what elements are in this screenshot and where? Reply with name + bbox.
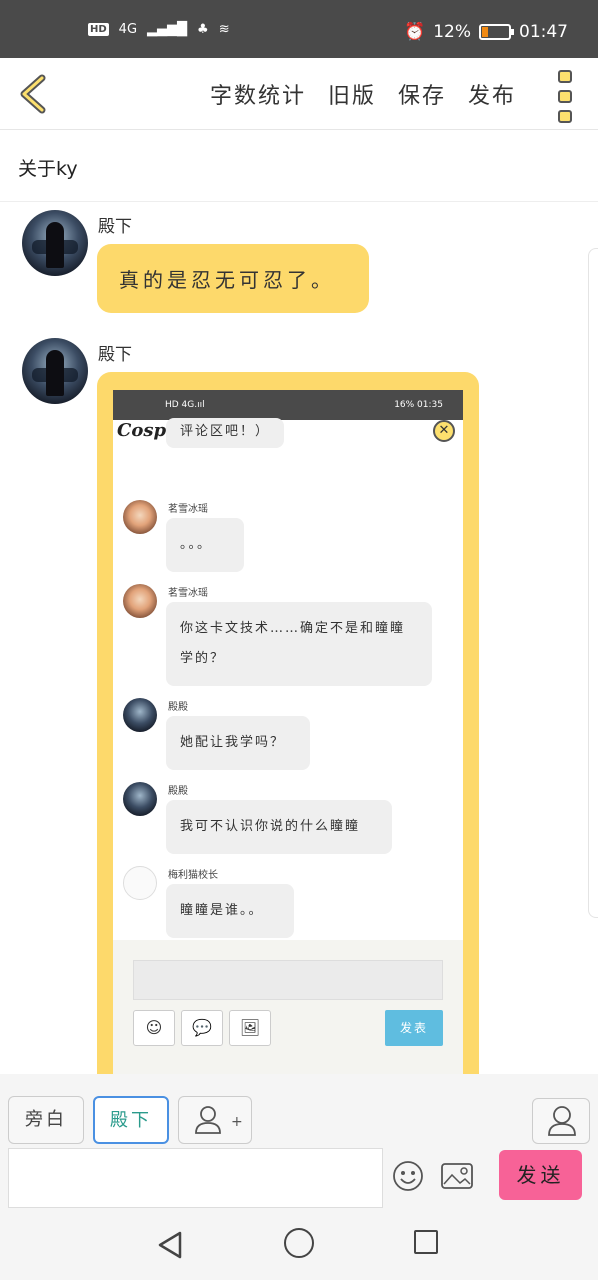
narration-button[interactable]: 旁白 (8, 1096, 84, 1144)
status-bar: HD 4G ▂▄▆█ ♣ ≋ ⏰ 12% 01:47 (0, 0, 598, 58)
network-label: 4G (118, 22, 138, 37)
avatar (123, 782, 157, 816)
composer: 旁白 殿下 + 发送 (0, 1074, 598, 1208)
image-icon[interactable] (440, 1162, 474, 1190)
back-chevron-icon[interactable] (14, 72, 54, 116)
embedded-input (133, 960, 443, 1000)
emoji-icon[interactable] (392, 1160, 424, 1192)
comment-icon: 💬 (181, 1010, 223, 1046)
post-button: 发表 (385, 1010, 443, 1046)
message-bubble[interactable]: 真的是忍无可忍了。 (97, 244, 369, 313)
emoji-icon: ☺ (133, 1010, 175, 1046)
top-toolbar: 字数统计 旧版 保存 发布 (0, 58, 598, 130)
send-button[interactable]: 发送 (499, 1150, 582, 1200)
sender-name: 殿下 (98, 217, 132, 237)
avatar (123, 584, 157, 618)
embedded-input-area: ☺ 💬 🖼 发表 (113, 940, 463, 1092)
avatar (123, 698, 157, 732)
navigation-bar (0, 1208, 598, 1280)
scrollbar[interactable] (588, 248, 598, 918)
svg-text:+: + (231, 1114, 242, 1130)
current-role-button[interactable]: 殿下 (93, 1096, 169, 1144)
sender-name: 殿下 (98, 345, 132, 365)
save-button[interactable]: 保存 (398, 78, 446, 110)
nav-back-icon[interactable] (156, 1230, 184, 1260)
nav-recent-icon[interactable] (414, 1230, 438, 1254)
more-menu-icon[interactable] (558, 70, 572, 123)
signal-icon: ▂▄▆█ (147, 22, 188, 37)
qq-icon: ♣ (197, 22, 209, 37)
hd-badge: HD (88, 23, 109, 36)
toolbar-actions: 字数统计 旧版 保存 发布 (210, 78, 516, 110)
battery-percent: 12% (433, 22, 471, 42)
status-right: ⏰ 12% 01:47 (404, 22, 568, 42)
old-version-button[interactable]: 旧版 (328, 78, 376, 110)
add-role-button[interactable]: + (178, 1096, 252, 1144)
clock: 01:47 (519, 22, 568, 42)
person-icon[interactable] (532, 1098, 590, 1144)
person-add-icon: + (195, 1106, 243, 1134)
image-message-bubble[interactable]: HD 4G.ııl 16% 01:35 Cosplay ✕ 评论区吧！） 茗雪冰… (97, 372, 479, 1092)
alarm-icon: ⏰ (404, 22, 426, 42)
embedded-status-bar: HD 4G.ııl 16% 01:35 (113, 390, 463, 420)
wifi-icon: ≋ (218, 22, 230, 37)
message-input[interactable] (8, 1148, 383, 1208)
image-icon: 🖼 (229, 1010, 271, 1046)
battery-icon (479, 24, 514, 40)
close-icon: ✕ (433, 420, 455, 442)
status-left: HD 4G ▂▄▆█ ♣ ≋ (88, 22, 230, 37)
nav-home-icon[interactable] (284, 1228, 314, 1258)
avatar[interactable] (22, 210, 88, 276)
avatar[interactable] (22, 338, 88, 404)
article-title: 关于ky (0, 130, 598, 202)
embedded-screenshot: HD 4G.ııl 16% 01:35 Cosplay ✕ 评论区吧！） 茗雪冰… (113, 390, 463, 1092)
avatar (123, 866, 157, 900)
publish-button[interactable]: 发布 (468, 78, 516, 110)
word-count-button[interactable]: 字数统计 (210, 78, 306, 110)
avatar (123, 500, 157, 534)
